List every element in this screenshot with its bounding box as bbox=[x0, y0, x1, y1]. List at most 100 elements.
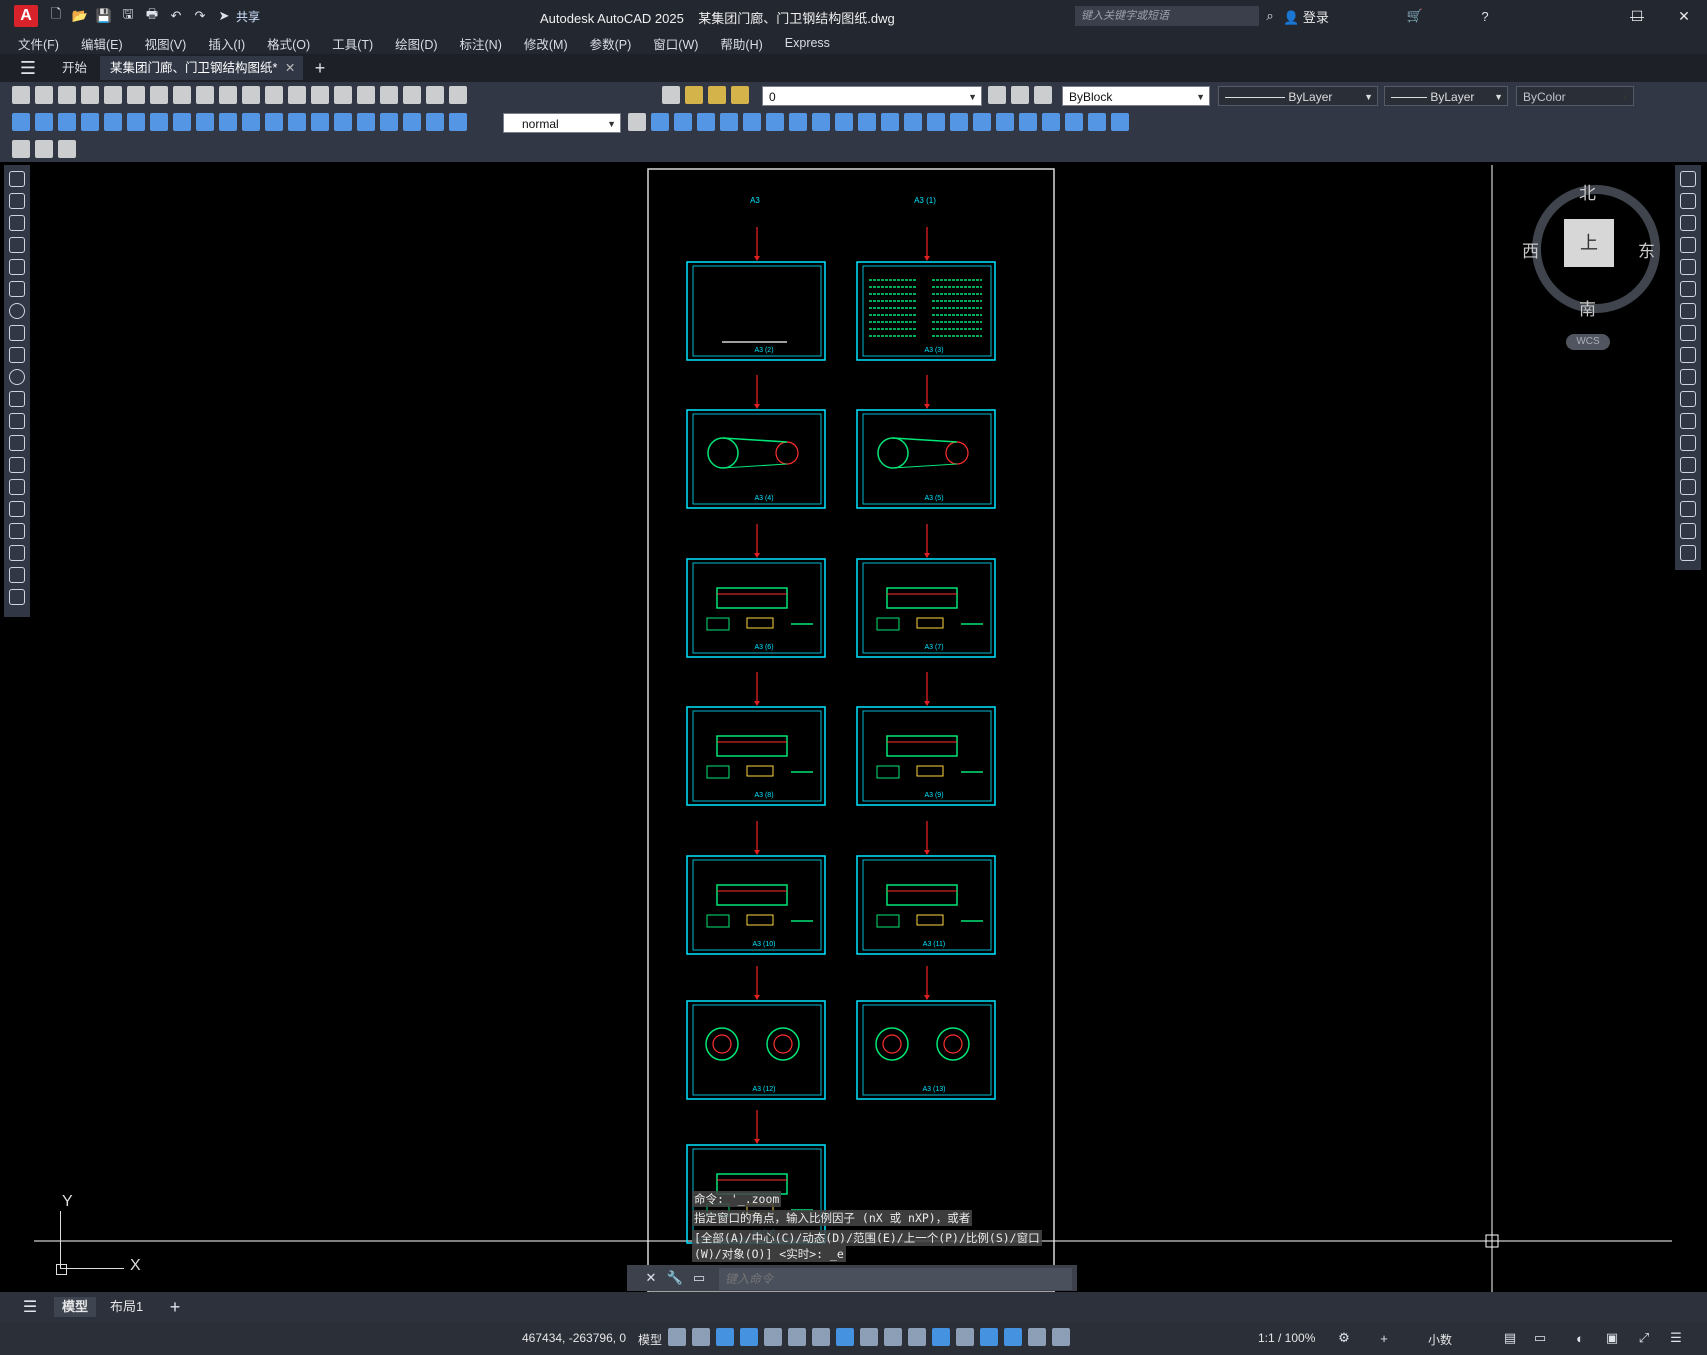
rotate-icon[interactable] bbox=[927, 113, 945, 131]
offset-tool-icon[interactable] bbox=[1680, 237, 1696, 253]
hardware-acceleration-icon[interactable]: ▣ bbox=[1602, 1328, 1622, 1348]
layer-properties-icon[interactable] bbox=[662, 86, 680, 104]
dimension-style-icon[interactable] bbox=[628, 113, 646, 131]
plot-icon[interactable] bbox=[81, 86, 99, 104]
publish-icon[interactable] bbox=[127, 86, 145, 104]
table-icon[interactable] bbox=[9, 545, 25, 561]
gizmo-icon[interactable] bbox=[980, 1328, 998, 1346]
markup-icon[interactable] bbox=[35, 140, 53, 158]
transparency-icon[interactable] bbox=[860, 1328, 878, 1346]
hatch-icon[interactable] bbox=[9, 479, 25, 495]
chamfer-icon[interactable] bbox=[1088, 113, 1106, 131]
fillet-icon[interactable] bbox=[1111, 113, 1129, 131]
mirror-tool-icon[interactable] bbox=[1680, 215, 1696, 231]
help-icon[interactable] bbox=[449, 86, 467, 104]
radius-icon[interactable] bbox=[104, 113, 122, 131]
preview-icon[interactable] bbox=[104, 86, 122, 104]
properties-icon[interactable] bbox=[357, 86, 375, 104]
3d-osnap-icon[interactable] bbox=[908, 1328, 926, 1346]
dimension-style-select[interactable]: normal ▼ bbox=[503, 113, 621, 133]
close-tab-icon[interactable]: ✕ bbox=[285, 56, 295, 80]
diameter-icon[interactable] bbox=[150, 113, 168, 131]
clean-screen-icon[interactable]: ⤢ bbox=[1634, 1328, 1654, 1348]
multiline-text-icon[interactable] bbox=[9, 567, 25, 583]
new-icon[interactable] bbox=[12, 86, 30, 104]
layer-states-icon[interactable] bbox=[1034, 86, 1052, 104]
isolate-objects-icon[interactable]: ◐ bbox=[1570, 1328, 1590, 1348]
tolerance-icon[interactable] bbox=[311, 113, 329, 131]
login-button[interactable]: 👤 登录 bbox=[1283, 7, 1329, 26]
copy-tool-icon[interactable] bbox=[1680, 193, 1696, 209]
construction-line-icon[interactable] bbox=[9, 193, 25, 209]
zoom-window-icon[interactable] bbox=[334, 86, 352, 104]
isodraft-icon[interactable] bbox=[764, 1328, 782, 1346]
stretch-icon[interactable] bbox=[973, 113, 991, 131]
viewcube[interactable]: 上 北 南 西 东 bbox=[1522, 184, 1660, 319]
model-space-button[interactable]: 模型 bbox=[638, 1331, 662, 1348]
workspace-gear-icon[interactable]: ⚙ bbox=[1334, 1328, 1354, 1348]
explode-icon[interactable] bbox=[1680, 545, 1696, 561]
revision-cloud-icon[interactable] bbox=[9, 325, 25, 341]
quick-dimension-icon[interactable] bbox=[196, 113, 214, 131]
wcs-menu[interactable]: WCS bbox=[1566, 334, 1610, 350]
circle-icon[interactable] bbox=[9, 303, 25, 319]
compass-west[interactable]: 西 bbox=[1522, 237, 1539, 262]
erase-icon[interactable] bbox=[789, 113, 807, 131]
close-commandline-icon[interactable]: ✕ bbox=[641, 1268, 661, 1288]
sheet-set-icon[interactable] bbox=[12, 140, 30, 158]
annotation-visibility-icon[interactable] bbox=[1004, 1328, 1022, 1346]
color-select[interactable]: ByBlock ▼ bbox=[1062, 86, 1210, 106]
trim-icon[interactable] bbox=[996, 113, 1014, 131]
close-button[interactable]: ✕ bbox=[1664, 4, 1704, 28]
back-icon[interactable] bbox=[674, 113, 692, 131]
lock-ui-icon[interactable]: ▭ bbox=[1530, 1328, 1550, 1348]
save-as-icon[interactable]: 🖫 bbox=[118, 6, 138, 26]
dimension-space-icon[interactable] bbox=[265, 113, 283, 131]
new-file-icon[interactable]: 🗋 bbox=[46, 6, 66, 26]
make-block-icon[interactable] bbox=[9, 435, 25, 451]
grid-icon[interactable] bbox=[668, 1328, 686, 1346]
array-tool-icon[interactable] bbox=[1680, 259, 1696, 275]
plotstyle-select[interactable]: ByColor ▼ bbox=[1516, 86, 1634, 106]
linetype-select[interactable]: ByLayer ▼ bbox=[1218, 86, 1378, 106]
paste-icon[interactable] bbox=[196, 86, 214, 104]
match-properties-icon[interactable] bbox=[219, 86, 237, 104]
gradient-icon[interactable] bbox=[9, 501, 25, 517]
front-icon[interactable] bbox=[651, 113, 669, 131]
tab-document[interactable]: 某集团门廊、门卫钢结构图纸* ✕ bbox=[100, 56, 304, 80]
chamfer-tool-icon[interactable] bbox=[1680, 479, 1696, 495]
copy-object-icon[interactable] bbox=[812, 113, 830, 131]
arc-length-icon[interactable] bbox=[58, 113, 76, 131]
polyline-icon[interactable] bbox=[9, 215, 25, 231]
move-tool-icon[interactable] bbox=[1680, 281, 1696, 297]
annotation-monitor-icon[interactable]: + bbox=[1374, 1328, 1394, 1348]
object-snap-icon[interactable] bbox=[812, 1328, 830, 1346]
search-input[interactable]: 键入关键字或短语 bbox=[1075, 6, 1259, 26]
inspection-icon[interactable] bbox=[357, 113, 375, 131]
menu-parametric[interactable]: 参数(P) bbox=[579, 34, 643, 53]
quick-properties-icon[interactable]: ▤ bbox=[1500, 1328, 1520, 1348]
menu-view[interactable]: 视图(V) bbox=[134, 34, 198, 53]
auto-scale-icon[interactable] bbox=[1028, 1328, 1046, 1346]
customize-icon[interactable]: 🔧 bbox=[665, 1268, 685, 1288]
menu-edit[interactable]: 编辑(E) bbox=[70, 34, 134, 53]
new-tab-icon[interactable]: + bbox=[310, 58, 330, 78]
search-icon[interactable]: ⌕ bbox=[1260, 6, 1280, 26]
menu-express[interactable]: Express bbox=[774, 36, 841, 50]
menu-help[interactable]: 帮助(H) bbox=[709, 34, 773, 53]
jogged-icon[interactable] bbox=[127, 113, 145, 131]
customization-icon[interactable]: ☰ bbox=[1666, 1328, 1686, 1348]
undo-icon[interactable]: ↶ bbox=[166, 6, 186, 26]
menu-format[interactable]: 格式(O) bbox=[256, 34, 321, 53]
help-icon[interactable]: ? bbox=[1475, 6, 1495, 26]
redo-icon[interactable]: ↷ bbox=[190, 6, 210, 26]
copy-icon[interactable] bbox=[173, 86, 191, 104]
join-tool-icon[interactable] bbox=[1680, 457, 1696, 473]
point-icon[interactable] bbox=[9, 457, 25, 473]
lineweight-select[interactable]: ByLayer ▼ bbox=[1384, 86, 1508, 106]
ellipse-icon[interactable] bbox=[9, 369, 25, 385]
save-icon[interactable] bbox=[58, 86, 76, 104]
baseline-icon[interactable] bbox=[219, 113, 237, 131]
stretch-tool-icon[interactable] bbox=[1680, 347, 1696, 363]
layer-previous-icon[interactable] bbox=[1011, 86, 1029, 104]
